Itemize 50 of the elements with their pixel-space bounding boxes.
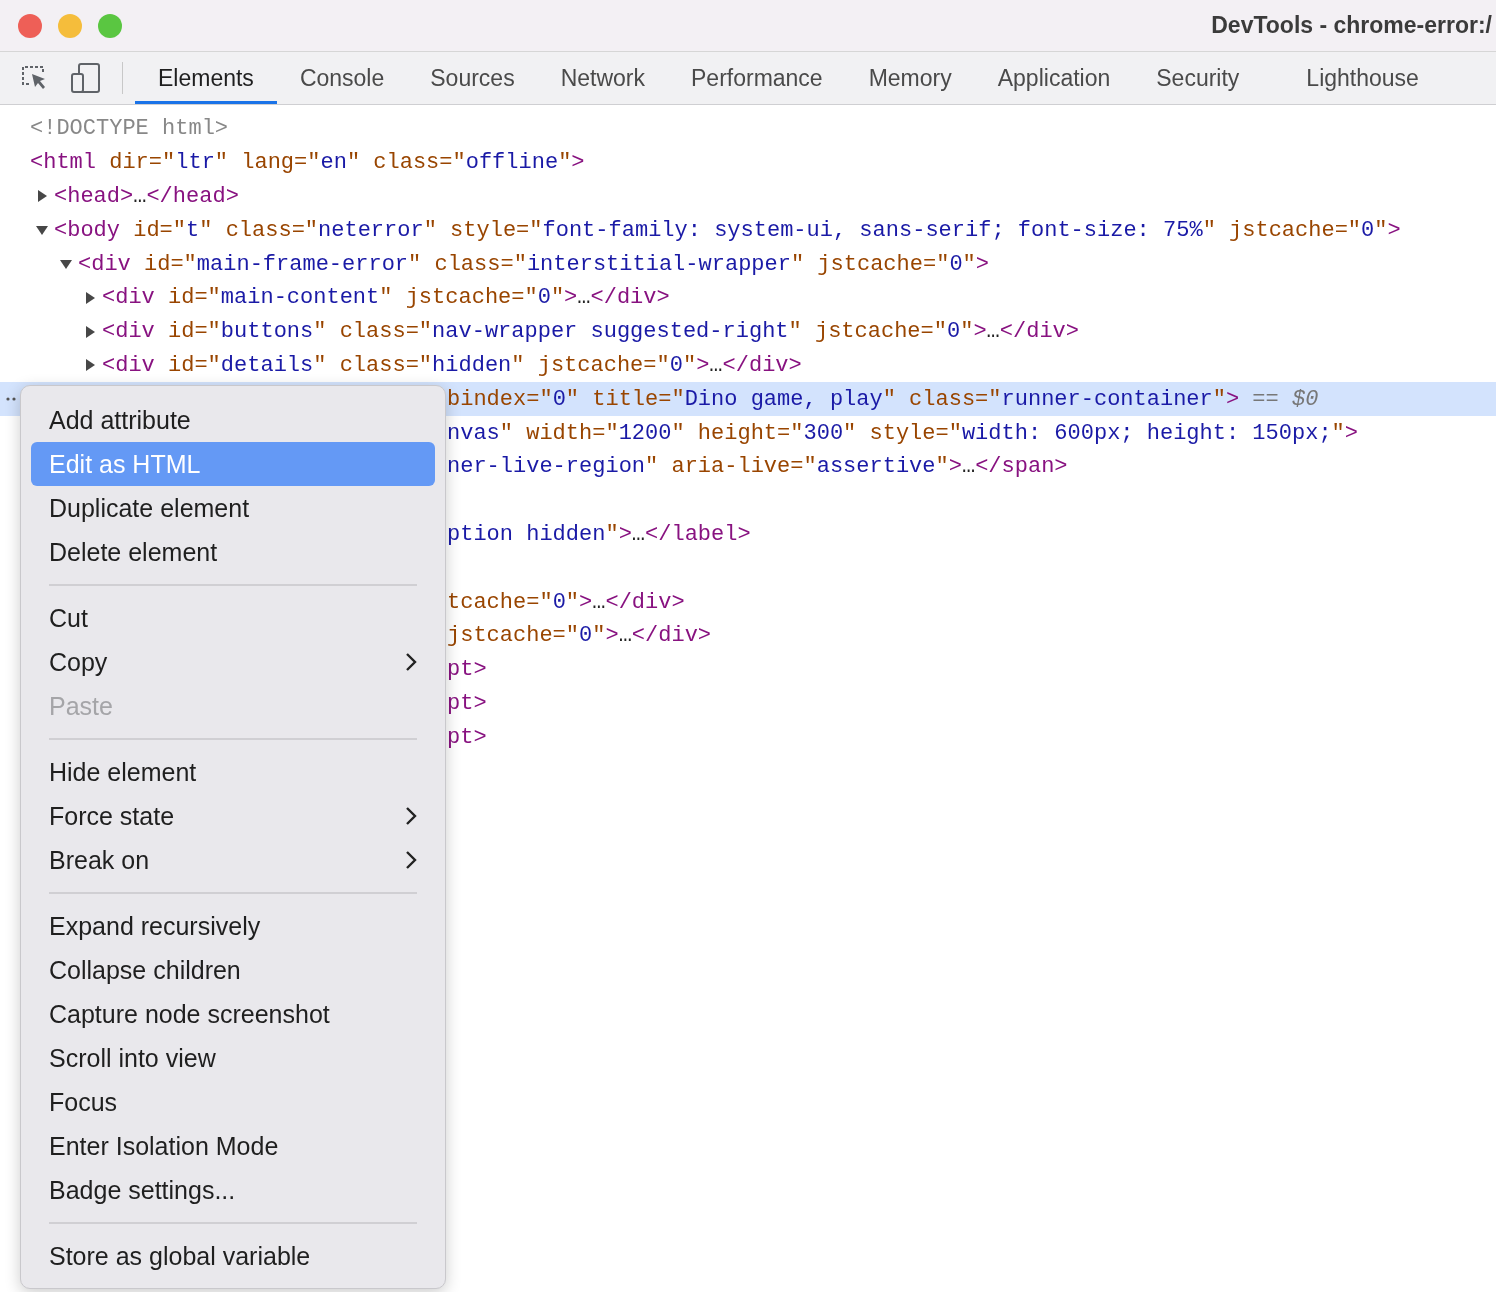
panel-tab[interactable]: Performance	[668, 52, 846, 104]
collapsed-arrow-icon[interactable]	[84, 291, 96, 304]
collapsed-arrow-icon[interactable]	[36, 190, 48, 203]
menu-item[interactable]: Copy	[31, 640, 435, 684]
code-line[interactable]: <div id="buttons" class="nav-wrapper suggested-right" jstcache="0">…</div>	[102, 319, 1079, 345]
menu-item[interactable]: Cut	[31, 596, 435, 640]
menu-item[interactable]: Focus	[31, 1080, 435, 1124]
menu-item[interactable]: Hide element	[31, 750, 435, 794]
panel-tab[interactable]: Application	[974, 52, 1134, 104]
menu-item[interactable]: Collapse children	[31, 948, 435, 992]
collapsed-arrow-icon[interactable]	[84, 325, 96, 338]
menu-item[interactable]: Enter Isolation Mode	[31, 1124, 435, 1168]
panel-tab[interactable]: Lighthouse	[1262, 52, 1442, 104]
code-line[interactable]: <body id="t" class="neterror" style="font-family: system-ui, sans-serif; font-size: 75%" jstcache="0">	[54, 217, 1401, 243]
menu-item[interactable]: Capture node screenshot	[31, 992, 435, 1036]
menu-item[interactable]: Expand recursively	[31, 904, 435, 948]
menu-item[interactable]: Duplicate element	[31, 486, 435, 530]
code-line[interactable]: bindex="0" title="Dino game, play" class="runner-container"> == $0	[447, 386, 1319, 412]
panel-tab[interactable]: Memory	[845, 52, 975, 104]
collapsed-arrow-icon[interactable]	[84, 359, 96, 372]
code-line[interactable]: jstcache="0">…</div>	[447, 623, 712, 649]
code-line[interactable]: tcache="0">…</div>	[447, 589, 685, 615]
close-window-button[interactable]	[18, 13, 42, 38]
code-line[interactable]: ption hidden">…</label>	[447, 521, 751, 547]
device-toolbar-icon[interactable]	[70, 62, 102, 94]
code-line[interactable]: <div id="main-content" jstcache="0">…</div>	[102, 285, 670, 311]
code-line[interactable]: <div id="main-frame-error" class="interstitial-wrapper" jstcache="0">	[78, 251, 989, 277]
code-line[interactable]: pt>	[447, 690, 487, 716]
code-line[interactable]: <!DOCTYPE html>	[30, 116, 229, 142]
expanded-arrow-icon[interactable]	[36, 224, 48, 237]
menu-item[interactable]: Badge settings...	[31, 1168, 435, 1212]
panel-tab[interactable]: Network	[537, 52, 668, 104]
window-title: DevTools - chrome-error:/	[1211, 12, 1492, 39]
menu-item[interactable]: Scroll into view	[31, 1036, 435, 1080]
menu-item[interactable]: Store as global variable	[31, 1234, 435, 1278]
menu-item[interactable]: Delete element	[31, 530, 435, 574]
code-line[interactable]: pt>	[447, 657, 487, 683]
code-line[interactable]: ner-live-region" aria-live="assertive">…</span>	[447, 454, 1068, 480]
menu-item[interactable]: Force state	[31, 794, 435, 838]
panel-tab[interactable]: Elements	[135, 52, 277, 104]
panel-tab[interactable]: Security	[1133, 52, 1263, 104]
expanded-arrow-icon[interactable]	[60, 258, 72, 271]
code-line[interactable]: nvas" width="1200" height="300" style="width: 600px; height: 150px;">	[447, 420, 1358, 446]
code-line[interactable]: <div id="details" class="hidden" jstcache="0">…</div>	[102, 352, 802, 378]
panel-tab[interactable]: Sources	[407, 52, 538, 104]
panel-tab[interactable]: Console	[276, 52, 408, 104]
code-line[interactable]: <html dir="ltr" lang="en" class="offline">	[30, 150, 585, 176]
code-line[interactable]: <head>…</head>	[54, 184, 239, 209]
code-line[interactable]: pt>	[447, 724, 487, 750]
menu-item[interactable]: Break on	[31, 838, 435, 882]
